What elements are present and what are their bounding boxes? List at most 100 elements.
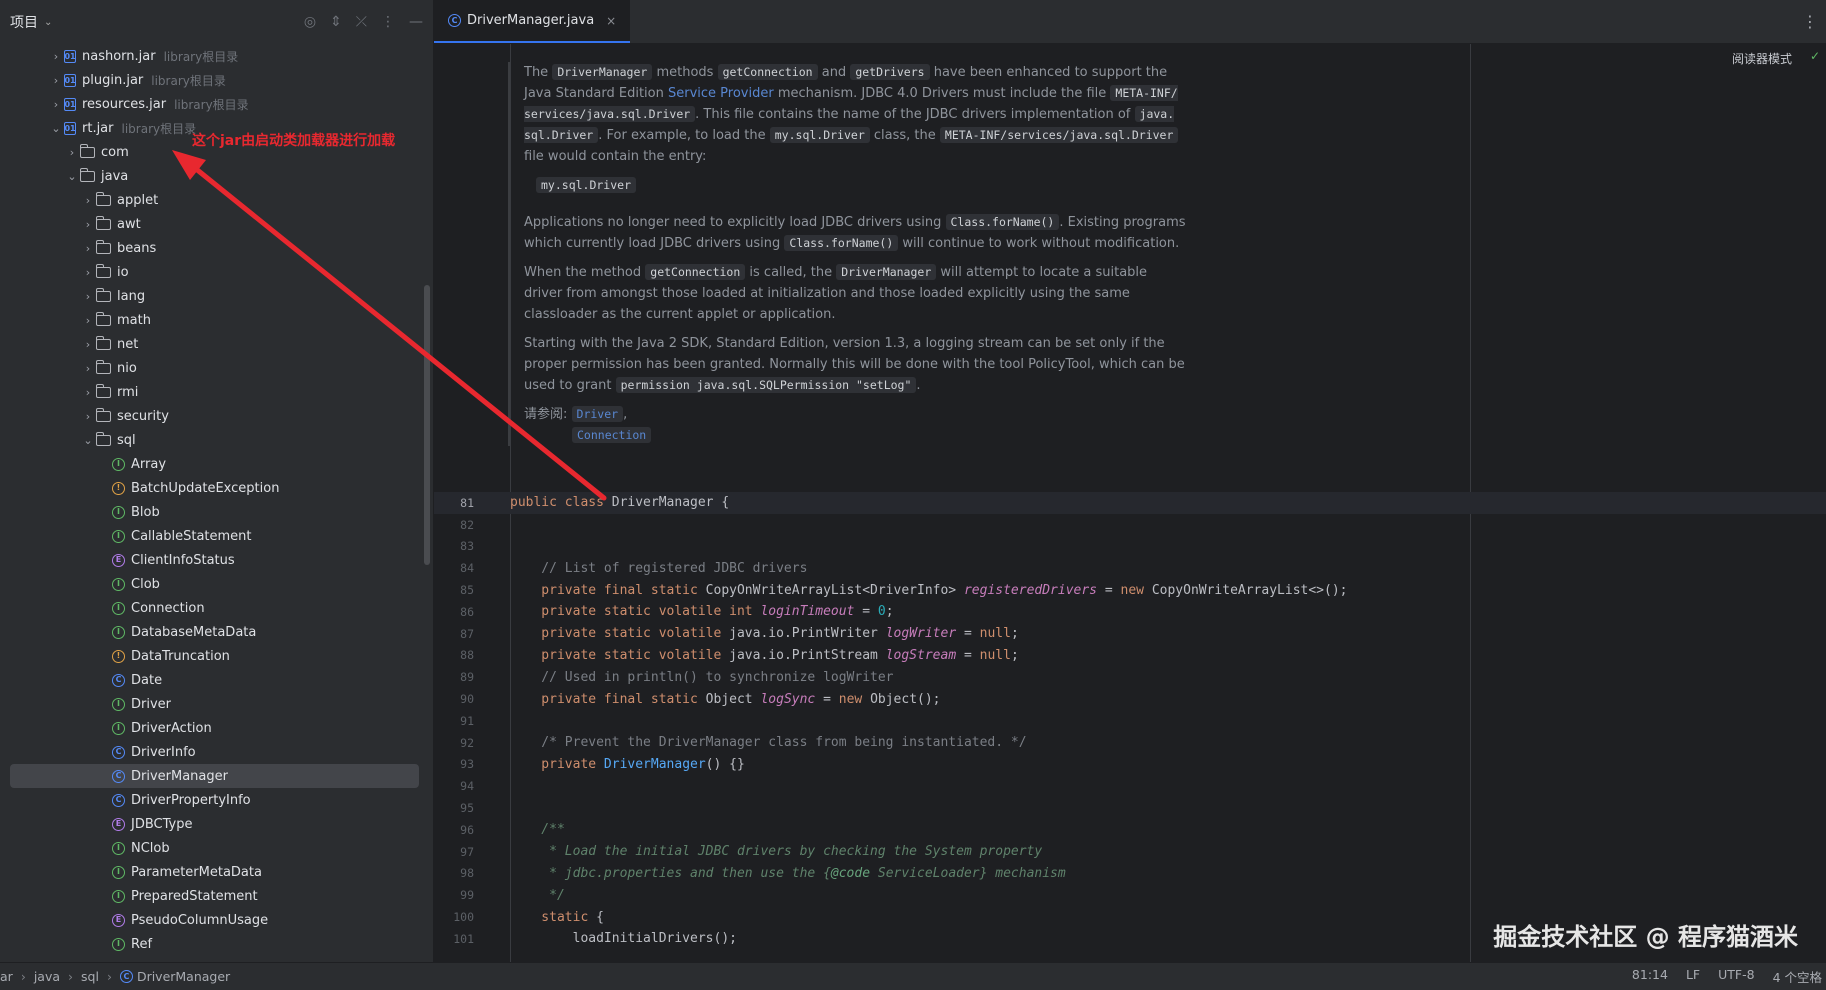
- chevron-right-icon[interactable]: ›: [48, 50, 64, 63]
- tree-item[interactable]: I Array: [0, 452, 423, 476]
- tab-menu-icon[interactable]: ⋮: [1794, 0, 1826, 43]
- breadcrumb-item[interactable]: ar: [0, 969, 13, 984]
- tree-item[interactable]: C DriverManager: [10, 764, 419, 788]
- chevron-down-icon[interactable]: ⌄: [64, 170, 80, 183]
- tree-item[interactable]: I DriverAction: [0, 716, 423, 740]
- tree-scrollbar[interactable]: [424, 285, 430, 565]
- tree-item[interactable]: › awt: [0, 212, 423, 236]
- tree-item[interactable]: I ParameterMetaData: [0, 860, 423, 884]
- chevron-right-icon[interactable]: ›: [80, 314, 96, 327]
- tree-item[interactable]: I DatabaseMetaData: [0, 620, 423, 644]
- tree-item[interactable]: E PseudoColumnUsage: [0, 908, 423, 932]
- tree-item[interactable]: › lang: [0, 284, 423, 308]
- code-line[interactable]: 87 private static volatile java.io.Print…: [434, 623, 1826, 645]
- tree-item[interactable]: › 01 resources.jar library根目录: [0, 92, 423, 116]
- chevron-down-icon[interactable]: ⌄: [44, 17, 52, 28]
- check-icon: ✓: [1809, 49, 1820, 63]
- hide-panel-icon[interactable]: —: [409, 14, 423, 30]
- breadcrumb-item[interactable]: java: [34, 969, 60, 984]
- locate-icon[interactable]: ◎: [304, 14, 316, 30]
- tree-item[interactable]: C DriverPropertyInfo: [0, 788, 423, 812]
- tree-item[interactable]: I NClob: [0, 836, 423, 860]
- tree-item[interactable]: ! BatchUpdateException: [0, 476, 423, 500]
- tree-item[interactable]: ! DataTruncation: [0, 644, 423, 668]
- breadcrumb-item[interactable]: DriverManager: [137, 969, 230, 984]
- tree-item[interactable]: I PreparedStatement: [0, 884, 423, 908]
- code-line[interactable]: 86 private static volatile int loginTime…: [434, 601, 1826, 623]
- code-line[interactable]: 97 * Load the initial JDBC drivers by ch…: [434, 841, 1826, 863]
- chevron-down-icon[interactable]: ⌄: [80, 434, 96, 447]
- tree-item[interactable]: C Date: [0, 668, 423, 692]
- tree-item[interactable]: C DriverInfo: [0, 740, 423, 764]
- tree-item[interactable]: E JDBCType: [0, 812, 423, 836]
- chevron-right-icon[interactable]: ›: [48, 74, 64, 87]
- tree-item[interactable]: I Driver: [0, 692, 423, 716]
- code-line[interactable]: 85 private final static CopyOnWriteArray…: [434, 579, 1826, 601]
- tree-item[interactable]: › nio: [0, 356, 423, 380]
- chevron-right-icon[interactable]: ›: [80, 242, 96, 255]
- breadcrumb-item[interactable]: sql: [81, 969, 99, 984]
- chevron-right-icon[interactable]: ›: [80, 218, 96, 231]
- file-encoding[interactable]: UTF-8: [1718, 967, 1754, 986]
- close-icon[interactable]: ×: [606, 14, 616, 28]
- interface-icon: I: [112, 697, 125, 711]
- code-chip: Class.forName(): [784, 235, 899, 251]
- tree-item[interactable]: ⌄ java: [0, 164, 423, 188]
- chevron-right-icon[interactable]: ›: [80, 410, 96, 423]
- line-separator[interactable]: LF: [1686, 967, 1700, 986]
- tree-item[interactable]: I Blob: [0, 500, 423, 524]
- code-line[interactable]: 92 /* Prevent the DriverManager class fr…: [434, 732, 1826, 754]
- code-line[interactable]: 94: [434, 775, 1826, 797]
- code-line[interactable]: 84 // List of registered JDBC drivers: [434, 557, 1826, 579]
- see-also-link-connection[interactable]: Connection: [572, 427, 652, 443]
- tree-item[interactable]: › io: [0, 260, 423, 284]
- code-line[interactable]: 93 private DriverManager() {}: [434, 754, 1826, 776]
- tree-item[interactable]: › 01 plugin.jar library根目录: [0, 68, 423, 92]
- chevron-right-icon[interactable]: ›: [80, 338, 96, 351]
- tree-item[interactable]: › math: [0, 308, 423, 332]
- chevron-right-icon[interactable]: ›: [80, 194, 96, 207]
- chevron-right-icon[interactable]: ›: [80, 386, 96, 399]
- tree-item[interactable]: I Clob: [0, 572, 423, 596]
- code-line[interactable]: 98 * jdbc.properties and then use the {@…: [434, 863, 1826, 885]
- tree-item[interactable]: E ClientInfoStatus: [0, 548, 423, 572]
- chevron-right-icon[interactable]: ›: [80, 266, 96, 279]
- project-panel-title[interactable]: 项目: [10, 12, 38, 32]
- code-line[interactable]: 89 // Used in println() to synchronize l…: [434, 666, 1826, 688]
- code-line[interactable]: 82: [434, 514, 1826, 536]
- chevron-right-icon[interactable]: ›: [80, 362, 96, 375]
- code-line[interactable]: 83: [434, 536, 1826, 558]
- doc-link[interactable]: Service Provider: [668, 86, 774, 101]
- tree-item[interactable]: I Ref: [0, 932, 423, 956]
- chevron-down-icon[interactable]: ⌄: [48, 122, 64, 135]
- tree-item[interactable]: › 01 nashorn.jar library根目录: [0, 44, 423, 68]
- more-options-icon[interactable]: ⋮: [381, 14, 395, 30]
- tree-item[interactable]: › security: [0, 404, 423, 428]
- code-line[interactable]: 88 private static volatile java.io.Print…: [434, 645, 1826, 667]
- tree-item[interactable]: › rmi: [0, 380, 423, 404]
- tree-item[interactable]: I Connection: [0, 596, 423, 620]
- chevron-right-icon[interactable]: ›: [80, 290, 96, 303]
- code-line[interactable]: 91: [434, 710, 1826, 732]
- tree-item[interactable]: › applet: [0, 188, 423, 212]
- tree-item[interactable]: ⌄ sql: [0, 428, 423, 452]
- tree-item[interactable]: I CallableStatement: [0, 524, 423, 548]
- tab-drivermanager-java[interactable]: C DriverManager.java ×: [434, 0, 631, 43]
- code-line[interactable]: 99 */: [434, 884, 1826, 906]
- code-token: Object();: [870, 691, 941, 707]
- code-line[interactable]: 81 public class DriverManager {: [434, 492, 1826, 514]
- indent-setting[interactable]: 4 个空格: [1773, 967, 1822, 986]
- code-line[interactable]: 90 private final static Object logSync =…: [434, 688, 1826, 710]
- tree-item[interactable]: › beans: [0, 236, 423, 260]
- reader-mode-button[interactable]: 阅读器模式: [1732, 50, 1792, 67]
- chevron-right-icon[interactable]: ›: [48, 98, 64, 111]
- see-also-link-driver[interactable]: Driver: [571, 406, 624, 422]
- tree-item[interactable]: › net: [0, 332, 423, 356]
- code-view[interactable]: 81 public class DriverManager {82 83 84 // …: [434, 492, 1826, 950]
- code-line[interactable]: 96 /**: [434, 819, 1826, 841]
- expand-all-icon[interactable]: ⇕: [330, 14, 342, 30]
- chevron-right-icon[interactable]: ›: [64, 146, 80, 159]
- caret-position[interactable]: 81:14: [1632, 967, 1668, 986]
- collapse-all-icon[interactable]: ⤫: [356, 14, 367, 30]
- code-line[interactable]: 95: [434, 797, 1826, 819]
